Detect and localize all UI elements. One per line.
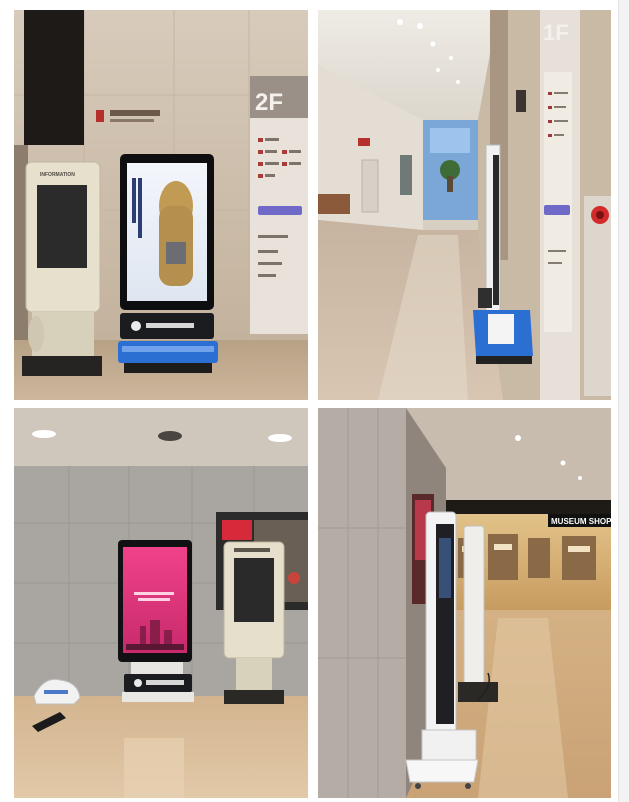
photo-corridor-1f: 1F — [318, 10, 611, 400]
floor-sign-2f: 2F — [255, 89, 283, 116]
photo-kiosks-granite-wall — [14, 408, 308, 798]
scrollbar-track — [618, 0, 629, 802]
photo-collage: 2F INFORMATION 1F MUSEUM SHOP — [0, 0, 629, 802]
floor-sign-1f: 1F — [543, 20, 569, 45]
pink-signage-kiosk — [118, 540, 194, 702]
information-kiosk: INFORMATION — [22, 161, 102, 376]
photo-kiosks-2f-lobby: 2F INFORMATION — [14, 10, 308, 400]
kiosks-2f-scene: 2F INFORMATION — [14, 10, 308, 400]
photo-kiosk-near-museum-shop: MUSEUM SHOP — [318, 408, 611, 798]
museum-shop-scene: MUSEUM SHOP — [318, 408, 611, 798]
corridor-1f-scene: 1F — [318, 10, 611, 400]
kiosk-information-label: INFORMATION — [40, 172, 75, 178]
museum-shop-sign: MUSEUM SHOP — [551, 517, 611, 526]
kiosks-granite-scene — [14, 408, 308, 798]
